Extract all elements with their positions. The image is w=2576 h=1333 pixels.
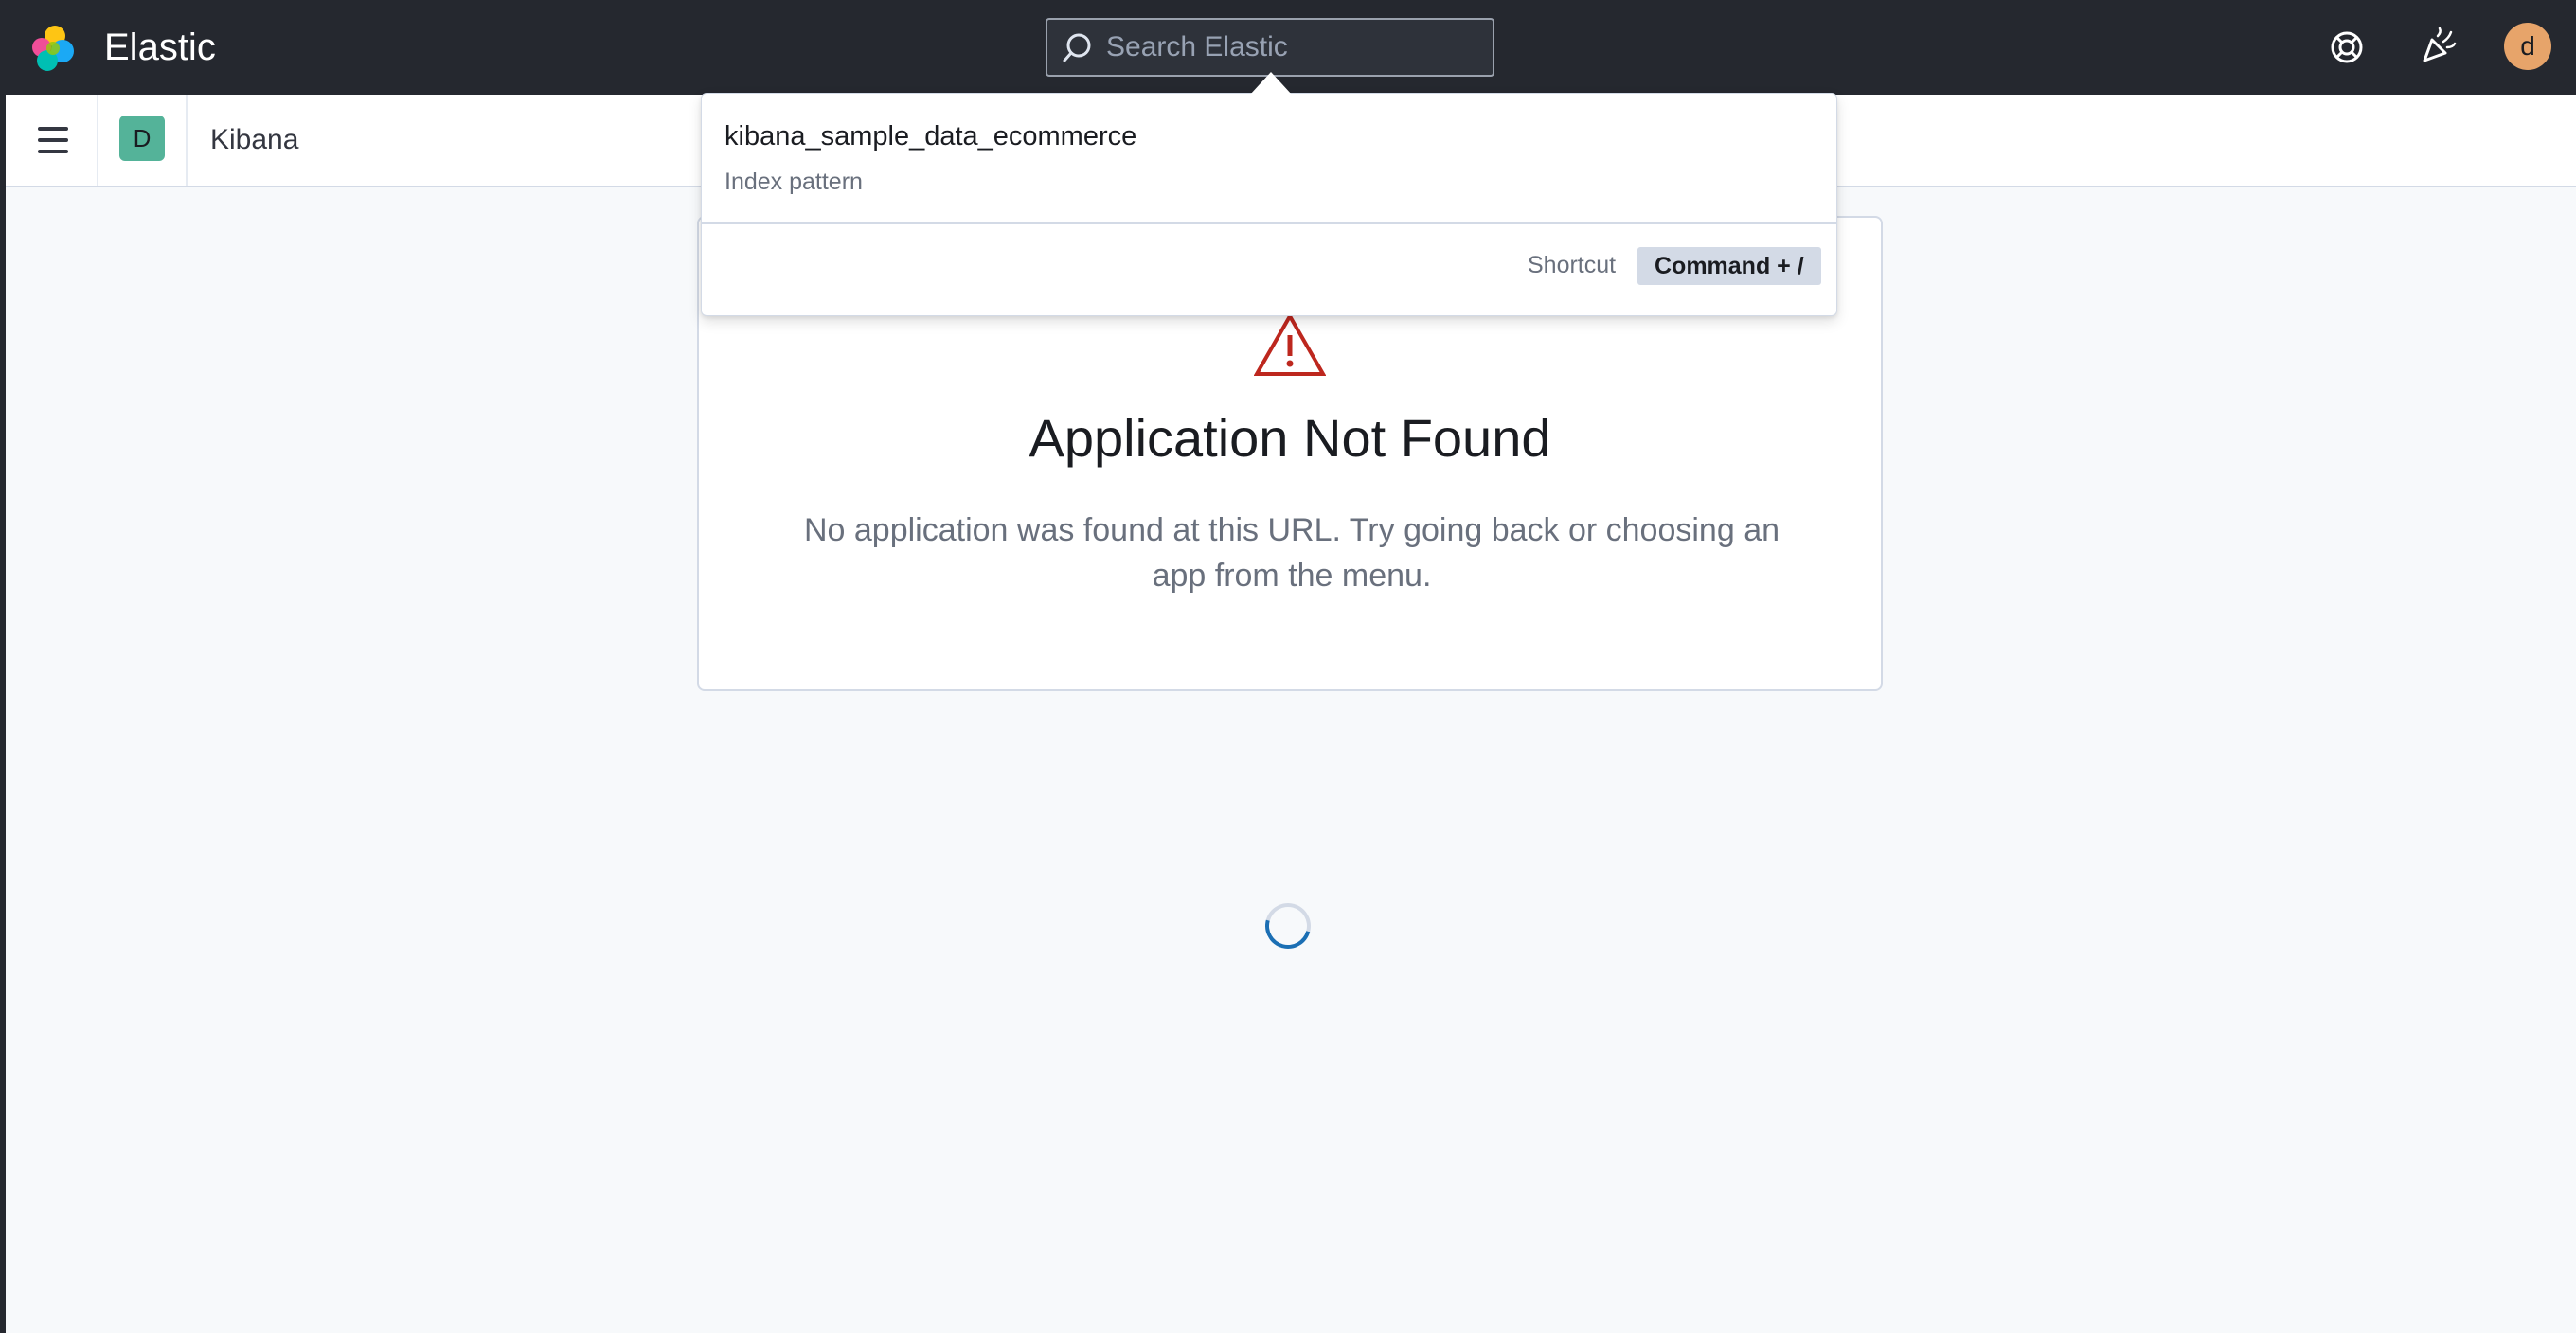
popover-arrow <box>1250 72 1292 95</box>
menu-icon-bar <box>38 150 68 153</box>
result-type: Index pattern <box>724 169 863 195</box>
loading-spinner-icon <box>1257 895 1319 957</box>
window-edge <box>0 95 6 1333</box>
divider <box>186 95 188 186</box>
help-icon[interactable] <box>2322 23 2371 72</box>
shortcut-label: Shortcut <box>1528 252 1617 278</box>
search-icon <box>1063 33 1091 62</box>
search-result-item[interactable]: kibana_sample_data_ecommerce Index patte… <box>702 94 1836 224</box>
error-description: No application was found at this URL. Tr… <box>803 512 1780 594</box>
divider <box>97 95 98 186</box>
global-search[interactable] <box>1046 18 1494 77</box>
search-input[interactable] <box>1104 20 1483 75</box>
menu-toggle-button[interactable] <box>34 121 78 159</box>
search-results-popover: kibana_sample_data_ecommerce Index patte… <box>701 93 1837 316</box>
elastic-logo-icon[interactable] <box>27 23 78 74</box>
warning-icon <box>1254 312 1326 376</box>
shortcut-keys: Command + / <box>1637 247 1821 285</box>
result-title: kibana_sample_data_ecommerce <box>724 121 1137 151</box>
space-selector[interactable]: D <box>119 116 165 161</box>
breadcrumb[interactable]: Kibana <box>210 119 298 161</box>
newsfeed-icon[interactable] <box>2413 23 2462 72</box>
brand-name: Elastic <box>104 27 216 68</box>
user-avatar[interactable]: d <box>2504 23 2551 70</box>
menu-icon-bar <box>38 127 68 131</box>
menu-icon-bar <box>38 138 68 142</box>
error-title: Application Not Found <box>1029 408 1551 468</box>
